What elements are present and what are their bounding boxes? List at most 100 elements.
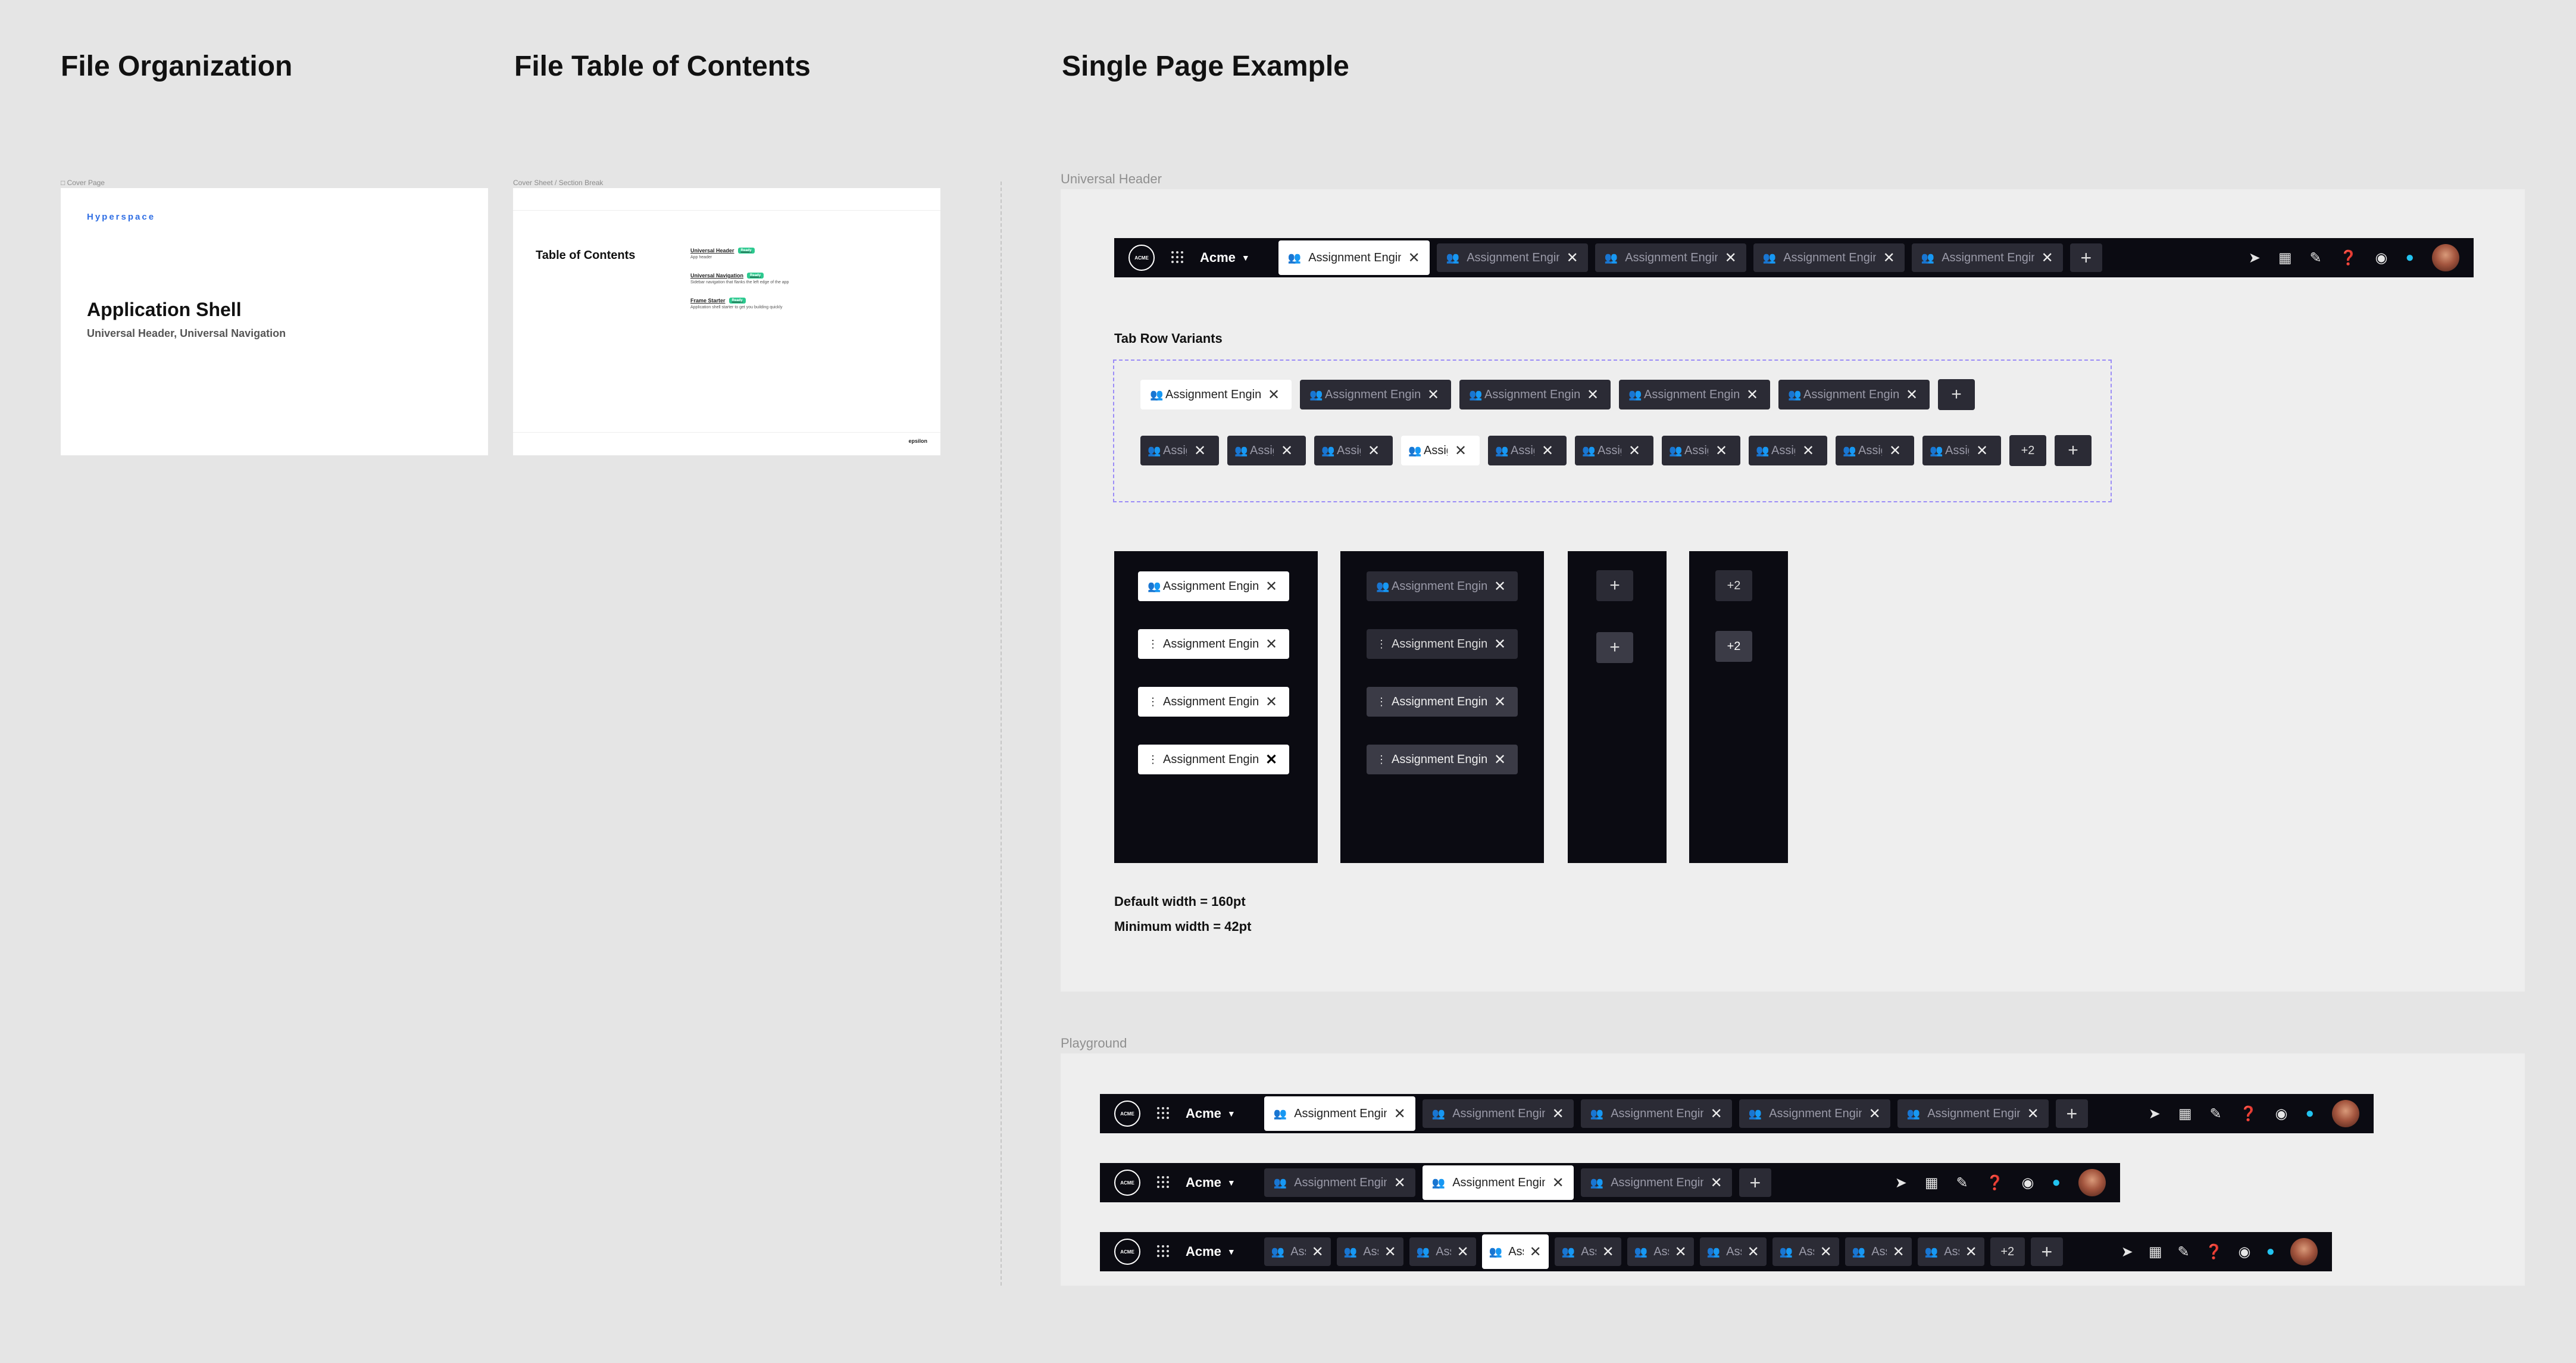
close-icon[interactable]: ✕	[1883, 249, 1895, 267]
tab-min[interactable]: 👥Assignment Engine✕	[1627, 1237, 1694, 1266]
tab-min[interactable]: 👥Assignment Engine✕	[1699, 1237, 1767, 1266]
tab-variant-min[interactable]: 👥Assignment Engine✕	[1401, 436, 1480, 465]
tab-variant-min[interactable]: 👥Assignment Engine✕	[1922, 436, 2001, 465]
kebab-icon[interactable]: ⋮	[1376, 696, 1387, 708]
close-icon[interactable]: ✕	[1265, 751, 1277, 768]
toc-item[interactable]: Frame Starter Ready	[690, 298, 789, 304]
close-icon[interactable]: ✕	[1906, 386, 1918, 404]
close-icon[interactable]: ✕	[1567, 249, 1578, 267]
tab-state[interactable]: 👥 Assignment Engine ✕	[1138, 571, 1289, 601]
tab-assignment-engine[interactable]: 👥 Assignment Engine ✕	[1911, 243, 2063, 272]
apps-grid-icon[interactable]	[1157, 1107, 1170, 1120]
bolt-icon[interactable]: ➤	[2149, 1105, 2161, 1123]
tab-min[interactable]: 👥Assignment Engine✕	[1554, 1237, 1621, 1266]
close-icon[interactable]: ✕	[1628, 442, 1640, 459]
avatar[interactable]	[2332, 1100, 2359, 1127]
bolt-icon[interactable]: ➤	[2249, 249, 2261, 267]
tab-variant-min[interactable]: 👥Assignment Engine✕	[1749, 436, 1827, 465]
close-icon[interactable]: ✕	[1820, 1243, 1832, 1261]
close-icon[interactable]: ✕	[1457, 1243, 1469, 1261]
tab-min[interactable]: 👥Assignment Engine✕	[1409, 1237, 1476, 1266]
tab-assignment-engine[interactable]: 👥 Assignment Engine ✕	[1580, 1168, 1732, 1197]
tab-variant-min[interactable]: 👥Assignment Engine✕	[1836, 436, 1914, 465]
close-icon[interactable]: ✕	[1802, 442, 1814, 459]
bell-icon[interactable]: ◉	[2275, 1105, 2288, 1123]
close-icon[interactable]: ✕	[1869, 1105, 1881, 1123]
cover-page-frame[interactable]: Hyperspace Application Shell Universal H…	[61, 188, 488, 455]
tab-assignment-engine[interactable]: 👥 Assignment Engine ✕	[1422, 1099, 1574, 1128]
close-icon[interactable]: ✕	[1494, 751, 1506, 768]
add-tab-button[interactable]: +	[2030, 1237, 2063, 1266]
add-tab-button[interactable]: +	[1596, 570, 1633, 601]
tab-variant-min[interactable]: 👥Assignment Engine✕	[1662, 436, 1740, 465]
close-icon[interactable]: ✕	[1715, 442, 1727, 459]
close-icon[interactable]: ✕	[1552, 1174, 1564, 1192]
add-tab-button[interactable]: +	[2069, 243, 2102, 272]
close-icon[interactable]: ✕	[1725, 249, 1737, 267]
org-switcher[interactable]: Acme ▼	[1186, 1106, 1236, 1121]
close-icon[interactable]: ✕	[1889, 442, 1901, 459]
close-icon[interactable]: ✕	[1711, 1105, 1722, 1123]
tab-variant-min[interactable]: 👥Assignment Engine✕	[1488, 436, 1567, 465]
close-icon[interactable]: ✕	[1711, 1174, 1722, 1192]
tab-variant-min[interactable]: 👥Assignment Engine✕	[1140, 436, 1219, 465]
help-icon[interactable]: ❓	[2340, 249, 2358, 267]
close-icon[interactable]: ✕	[1747, 1243, 1759, 1261]
tab-state[interactable]: ⋮ Assignment Engine ✕	[1367, 745, 1518, 774]
add-tab-button[interactable]: +	[1596, 632, 1633, 663]
pencil-icon[interactable]: ✎	[2210, 1105, 2222, 1123]
tab-min[interactable]: 👥Assignment Engine✕	[1845, 1237, 1912, 1266]
tab-assignment-engine[interactable]: 👥 Assignment Engine ✕	[1278, 240, 1430, 275]
tab-variant-min[interactable]: 👥Assignment Engine✕	[1227, 436, 1306, 465]
tab-assignment-engine[interactable]: 👥 Assignment Engine ✕	[1264, 1096, 1415, 1131]
pencil-icon[interactable]: ✎	[2178, 1243, 2190, 1261]
tab-min[interactable]: 👥Assignment Engine✕	[1772, 1237, 1839, 1266]
close-icon[interactable]: ✕	[1408, 249, 1420, 267]
bolt-icon[interactable]: ➤	[2121, 1243, 2133, 1261]
frame-label-playground[interactable]: Playground	[1061, 1036, 1127, 1051]
acme-logo[interactable]: ACME	[1114, 1170, 1140, 1196]
frame-label-cover[interactable]: □ Cover Page	[61, 179, 105, 187]
frame-label-toc[interactable]: Cover Sheet / Section Break	[513, 179, 603, 187]
close-icon[interactable]: ✕	[1530, 1243, 1542, 1261]
tab-assignment-engine[interactable]: 👥 Assignment Engine ✕	[1897, 1099, 2049, 1128]
avatar[interactable]	[2432, 244, 2459, 271]
overflow-tabs-button[interactable]: +2	[1715, 570, 1752, 601]
tab-assignment-engine[interactable]: 👥 Assignment Engine ✕	[1595, 243, 1746, 272]
bolt-icon[interactable]: ➤	[1895, 1174, 1907, 1192]
tab-state[interactable]: ⋮ Assignment Engine ✕	[1367, 629, 1518, 659]
close-icon[interactable]: ✕	[1281, 442, 1293, 459]
kebab-icon[interactable]: ⋮	[1148, 696, 1158, 708]
help-icon[interactable]: ❓	[2240, 1105, 2258, 1123]
tab-min[interactable]: 👥Assignment Engine✕	[1336, 1237, 1403, 1266]
close-icon[interactable]: ✕	[1394, 1105, 1406, 1123]
close-icon[interactable]: ✕	[1602, 1243, 1614, 1261]
close-icon[interactable]: ✕	[1265, 636, 1277, 653]
tab-assignment-engine[interactable]: 👥 Assignment Engine ✕	[1580, 1099, 1732, 1128]
avatar[interactable]	[2078, 1169, 2106, 1196]
calendar-icon[interactable]: ▦	[2178, 1105, 2192, 1123]
apps-grid-icon[interactable]	[1157, 1176, 1170, 1189]
acme-logo[interactable]: ACME	[1114, 1101, 1140, 1127]
frame-label-universal-header[interactable]: Universal Header	[1061, 171, 1162, 187]
tab-variant[interactable]: 👥 Assignment Engine ✕	[1619, 380, 1770, 409]
tab-assignment-engine[interactable]: 👥 Assignment Engine ✕	[1264, 1168, 1415, 1197]
tab-variant-min[interactable]: 👥Assignment Engine✕	[1314, 436, 1393, 465]
close-icon[interactable]: ✕	[1893, 1243, 1905, 1261]
close-icon[interactable]: ✕	[1552, 1105, 1564, 1123]
tab-state[interactable]: ⋮ Assignment Engine ✕	[1138, 745, 1289, 774]
help-icon[interactable]: ❓	[1986, 1174, 2004, 1192]
close-icon[interactable]: ✕	[1976, 442, 1988, 459]
pencil-icon[interactable]: ✎	[2310, 249, 2322, 267]
close-icon[interactable]: ✕	[1587, 386, 1599, 404]
apps-grid-icon[interactable]	[1157, 1245, 1170, 1258]
close-icon[interactable]: ✕	[1675, 1243, 1687, 1261]
close-icon[interactable]: ✕	[1384, 1243, 1396, 1261]
tab-assignment-engine[interactable]: 👥 Assignment Engine ✕	[1739, 1099, 1890, 1128]
org-switcher[interactable]: Acme ▼	[1200, 250, 1250, 265]
calendar-icon[interactable]: ▦	[1925, 1174, 1939, 1192]
kebab-icon[interactable]: ⋮	[1148, 754, 1158, 766]
add-tab-button[interactable]: +	[2055, 435, 2092, 466]
close-icon[interactable]: ✕	[1312, 1243, 1324, 1261]
tab-state[interactable]: 👥 Assignment Engine ✕	[1367, 571, 1518, 601]
